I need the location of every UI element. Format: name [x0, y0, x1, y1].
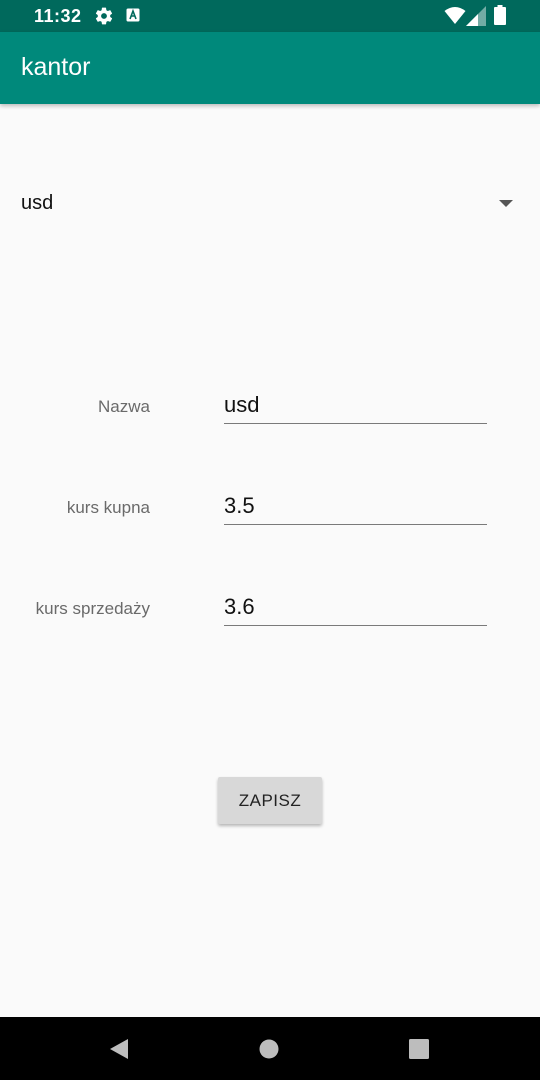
name-field[interactable] — [224, 387, 487, 424]
sell-rate-field[interactable] — [224, 589, 487, 626]
signal-icon — [466, 6, 486, 26]
dropdown-arrow-icon — [499, 200, 513, 207]
sell-rate-label: kurs sprzedaży — [35, 599, 150, 618]
buy-rate-label: kurs kupna — [66, 498, 150, 517]
wifi-icon — [444, 7, 466, 24]
name-label: Nazwa — [98, 397, 150, 416]
battery-icon — [494, 5, 506, 25]
home-icon[interactable] — [259, 1039, 279, 1059]
app-bar: kantor — [0, 32, 540, 104]
back-icon[interactable] — [109, 1038, 129, 1060]
save-button[interactable]: ZAPISZ — [218, 777, 322, 824]
status-time: 11:32 — [34, 6, 82, 26]
app-title: kantor — [21, 53, 91, 81]
status-bar: 11:32 — [0, 0, 540, 32]
spinner-selected-value: usd — [21, 192, 54, 214]
currency-spinner[interactable]: usd — [0, 170, 540, 236]
a-icon — [126, 8, 140, 22]
recents-icon[interactable] — [409, 1039, 429, 1059]
gear-icon — [95, 7, 113, 25]
navigation-bar — [0, 1017, 540, 1080]
buy-rate-field[interactable] — [224, 488, 487, 525]
